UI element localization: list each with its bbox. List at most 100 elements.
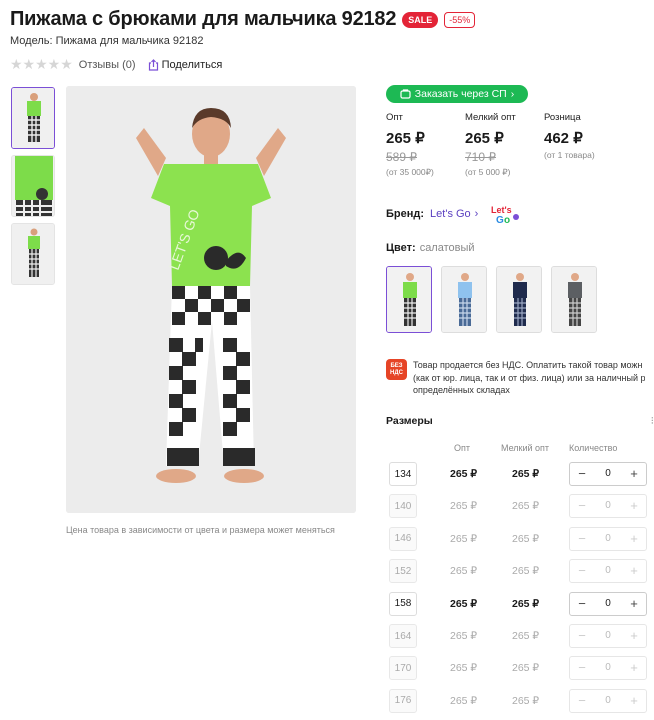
size-price-small-opt: 265 ₽: [512, 694, 540, 707]
brand-link[interactable]: Let's Go: [430, 208, 471, 220]
swatch-green[interactable]: [386, 266, 432, 333]
price-condition: (от 35 000₽): [386, 167, 434, 177]
size-label: 146: [389, 526, 417, 551]
price-tier-small-opt: Мелкий опт 265 ₽ 710 ₽ (от 5 000 ₽): [465, 112, 544, 178]
quantity-stepper: −0 +: [569, 494, 647, 519]
size-price-opt: 265 ₽: [450, 630, 478, 642]
size-price-opt: 265 ₽: [450, 662, 478, 675]
column-header-opt: Опт: [454, 443, 470, 453]
size-label: 140: [389, 494, 417, 519]
size-price-opt: 265 ₽: [450, 597, 478, 610]
sizes-header: Размеры ⁝: [386, 415, 654, 427]
chevron-right-icon: ›: [510, 88, 515, 100]
size-price-small-opt: 265 ₽: [512, 597, 540, 610]
order-button-label: Заказать через СП: [414, 88, 507, 100]
plus-icon: +: [630, 692, 638, 708]
vat-line: (как от юр. лица, так и от физ. лица) ил…: [413, 372, 646, 383]
plus-icon: +: [630, 660, 638, 676]
size-row: 140 265 ₽ 265 ₽ −0 +: [386, 494, 654, 520]
size-price-small-opt: 265 ₽: [512, 468, 540, 480]
brand-label: Бренд:: [386, 208, 425, 220]
quantity-stepper: −0 +: [569, 656, 647, 681]
quantity-stepper: −0 +: [569, 624, 647, 648]
plus-icon[interactable]: +: [624, 593, 644, 615]
order-via-sp-button[interactable]: Заказать через СП ›: [386, 85, 528, 103]
price-label: Опт: [386, 112, 403, 123]
vat-line: определённых складах: [413, 385, 510, 395]
quantity-stepper[interactable]: −0 +: [569, 591, 647, 616]
swatch-light-blue[interactable]: [441, 266, 487, 333]
thumbnail-front[interactable]: [11, 87, 55, 149]
price-label: Розница: [544, 112, 581, 123]
size-price-small-opt: 265 ₽: [512, 565, 540, 578]
vat-line: Товар продается без НДС. Оплатить такой …: [413, 360, 643, 370]
size-row: 164 265 ₽ 265 ₽ −0 +: [386, 624, 654, 650]
size-row: 152 265 ₽ 265 ₽ −0 +: [386, 559, 654, 585]
size-price-opt: 265 ₽: [450, 468, 478, 480]
size-chart-icon[interactable]: ⁝: [651, 415, 654, 427]
rating-row: ★★★★★ Отзывы (0) Поделиться: [10, 56, 222, 73]
sizes-title: Размеры: [386, 415, 433, 427]
size-price-small-opt: 265 ₽: [512, 500, 540, 513]
price-label: Мелкий опт: [465, 112, 516, 123]
svg-text:o: o: [504, 215, 510, 226]
vat-text: Товар продается без НДС. Оплатить такой …: [413, 359, 645, 397]
swatch-navy[interactable]: [496, 266, 542, 333]
cart-icon: [400, 89, 411, 99]
price-old: 710 ₽: [465, 150, 496, 164]
size-price-opt: 265 ₽: [450, 532, 478, 545]
size-row: 134 265 ₽ 265 ₽ −0 +: [386, 462, 654, 488]
reviews-link[interactable]: Отзывы (0): [79, 59, 136, 71]
price-condition: (от 5 000 ₽): [465, 167, 511, 177]
plus-icon: +: [630, 530, 638, 546]
size-label: 152: [389, 559, 417, 584]
chevron-right-icon: ›: [474, 208, 479, 220]
product-title: Пижама с брюками для мальчика 92182: [10, 8, 397, 30]
column-header-quantity: Количество: [569, 443, 618, 453]
size-label: 170: [389, 656, 417, 681]
svg-text:G: G: [496, 215, 504, 226]
size-price-opt: 265 ₽: [450, 694, 478, 707]
size-row: 146 265 ₽ 265 ₽ −0 +: [386, 526, 654, 553]
thumbnail-list: [11, 87, 55, 291]
size-label: 158: [389, 591, 417, 616]
price-old: 589 ₽: [386, 150, 417, 164]
plus-icon: +: [630, 498, 638, 514]
price-condition: (от 1 товара): [544, 150, 595, 160]
share-label: Поделиться: [161, 58, 223, 71]
main-product-image[interactable]: LET'S GO: [66, 86, 356, 513]
quantity-stepper: −0 +: [569, 526, 647, 551]
price-current: 265 ₽: [465, 130, 504, 147]
svg-text:Let's: Let's: [491, 205, 512, 215]
share-icon: [148, 58, 158, 71]
size-label: 164: [389, 624, 417, 648]
color-label: Цвет:: [386, 242, 416, 254]
thumbnail-full[interactable]: [11, 223, 55, 285]
quantity-stepper: −0 +: [569, 559, 647, 584]
vat-notice: БЕЗ НДС Товар продается без НДС. Оплатит…: [386, 359, 654, 397]
size-label: 176: [389, 688, 417, 713]
size-price-opt: 265 ₽: [450, 500, 478, 513]
size-label: 134: [389, 462, 417, 486]
size-row: 170 265 ₽ 265 ₽ −0 +: [386, 656, 654, 682]
brand-row: Бренд: Let's Go › Let's G o: [386, 202, 522, 226]
color-swatches: [386, 266, 597, 333]
quantity-stepper[interactable]: −0 +: [569, 462, 647, 486]
size-price-small-opt: 265 ₽: [512, 630, 540, 642]
price-tiers: Опт 265 ₽ 589 ₽ (от 35 000₽) Мелкий опт …: [386, 112, 623, 178]
share-button[interactable]: Поделиться: [148, 58, 223, 71]
brand-logo[interactable]: Let's G o: [490, 202, 522, 226]
price-current: 462 ₽: [544, 130, 583, 147]
size-price-small-opt: 265 ₽: [512, 532, 540, 545]
price-tier-retail: Розница 462 ₽ (от 1 товара): [544, 112, 623, 178]
column-header-small-opt: Мелкий опт: [501, 443, 550, 453]
plus-icon[interactable]: +: [624, 463, 644, 485]
product-model: Модель: Пижама для мальчика 92182: [10, 35, 204, 47]
swatch-grey[interactable]: [551, 266, 597, 333]
size-price-small-opt: 265 ₽: [512, 662, 540, 675]
thumbnail-detail[interactable]: [11, 155, 55, 217]
plus-icon: +: [630, 628, 638, 643]
price-tier-opt: Опт 265 ₽ 589 ₽ (от 35 000₽): [386, 112, 465, 178]
rating-stars-icon[interactable]: ★★★★★: [10, 56, 73, 73]
size-row: 176 265 ₽ 265 ₽ −0 +: [386, 688, 654, 715]
